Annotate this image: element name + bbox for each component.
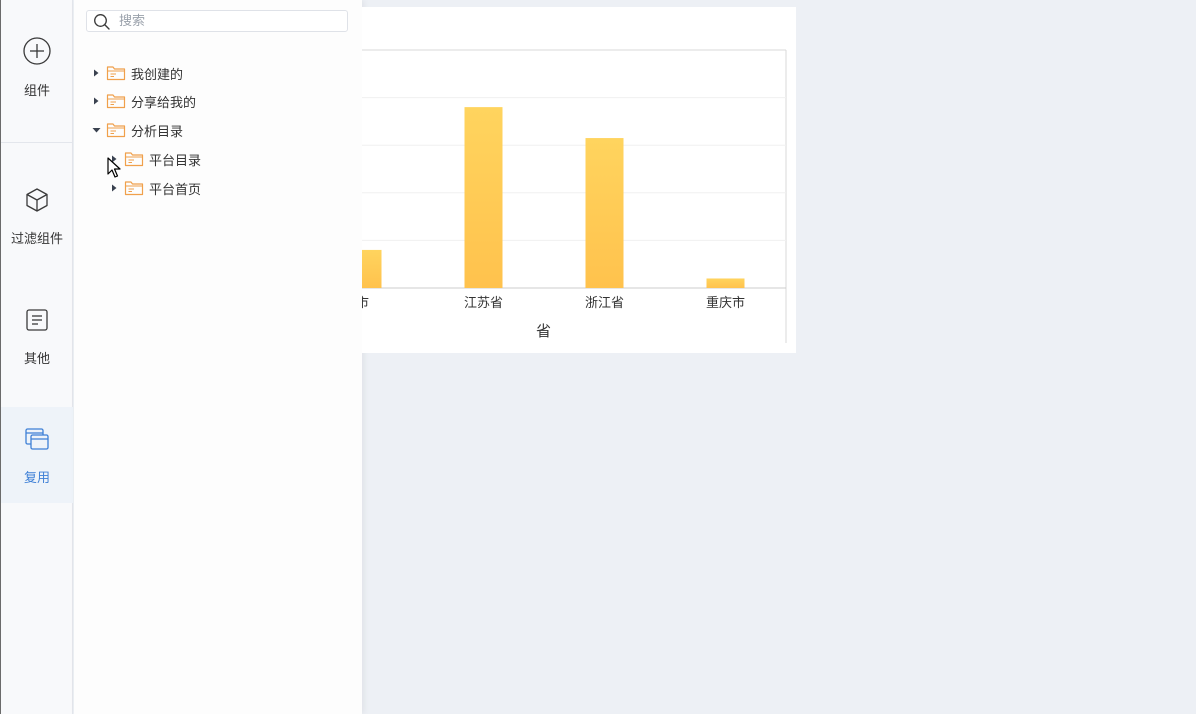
bar-chart: 市 江苏省 浙江省 重庆市 — [362, 49, 787, 343]
tree-node-label: 分析目录 — [131, 124, 184, 140]
x-axis-label: 省 — [536, 322, 552, 340]
rail-item-components[interactable]: 组件 — [1, 36, 73, 99]
chart-widget[interactable]: 市 江苏省 浙江省 重庆市 省 — [362, 7, 796, 353]
caret-down-icon[interactable] — [90, 124, 102, 136]
chart-bar — [706, 278, 745, 288]
tree-node-label: 分享给我的 — [131, 95, 197, 111]
tree-node-label: 平台目录 — [149, 153, 202, 169]
cube-icon — [23, 186, 51, 218]
tree-node-label: 我创建的 — [131, 67, 184, 83]
rail-item-filter-components[interactable]: 过滤组件 — [1, 186, 73, 247]
x-tick-label: 重庆市 — [706, 295, 745, 311]
document-icon — [23, 306, 51, 338]
resource-tree-panel: 我创建的 分享给我的 — [74, 0, 362, 714]
plus-circle-icon — [22, 36, 52, 70]
tree-node-analysis-directory[interactable]: 分析目录 — [90, 120, 183, 140]
caret-right-icon[interactable] — [90, 95, 102, 107]
folder-icon — [124, 151, 144, 167]
folder-icon — [106, 122, 126, 138]
rail-divider — [1, 142, 73, 143]
caret-right-icon[interactable] — [90, 67, 102, 79]
tree-node-my-created[interactable]: 我创建的 — [90, 63, 183, 83]
tree-node-shared-with-me[interactable]: 分享给我的 — [90, 91, 196, 111]
chart-bar — [464, 107, 503, 289]
folder-icon — [106, 93, 126, 109]
mouse-cursor-icon — [107, 157, 121, 183]
rail-item-reuse[interactable]: 复用 — [1, 407, 73, 503]
chart-bar — [585, 138, 624, 288]
rail-item-label: 复用 — [23, 471, 50, 486]
x-tick-label: 江苏省 — [464, 295, 503, 311]
search-icon — [93, 13, 111, 35]
app-root: 组件 过滤组件 其他 复用 搜索 我创建的 分享给我的 分析目录 平台目录 平台… — [0, 0, 1196, 714]
search-input[interactable] — [119, 11, 339, 31]
reuse-windows-icon — [23, 425, 51, 457]
caret-right-icon[interactable] — [108, 182, 120, 194]
folder-icon — [106, 65, 126, 81]
tree-node-platform-home[interactable]: 平台首页 — [108, 178, 201, 198]
folder-icon — [124, 180, 144, 196]
x-tick-label: 浙江省 — [585, 296, 624, 311]
search-box — [86, 10, 348, 32]
tree-node-label: 平台首页 — [149, 182, 202, 198]
rail-item-other[interactable]: 其他 — [1, 306, 73, 367]
rail-item-label: 过滤组件 — [10, 232, 63, 247]
rail-item-label: 组件 — [23, 84, 50, 99]
tree-node-platform-directory[interactable]: 平台目录 — [108, 149, 201, 169]
left-rail: 组件 过滤组件 其他 复用 — [0, 0, 73, 714]
x-tick-label: 市 — [362, 295, 369, 311]
chart-bar — [362, 249, 382, 288]
rail-item-label: 其他 — [23, 352, 50, 367]
